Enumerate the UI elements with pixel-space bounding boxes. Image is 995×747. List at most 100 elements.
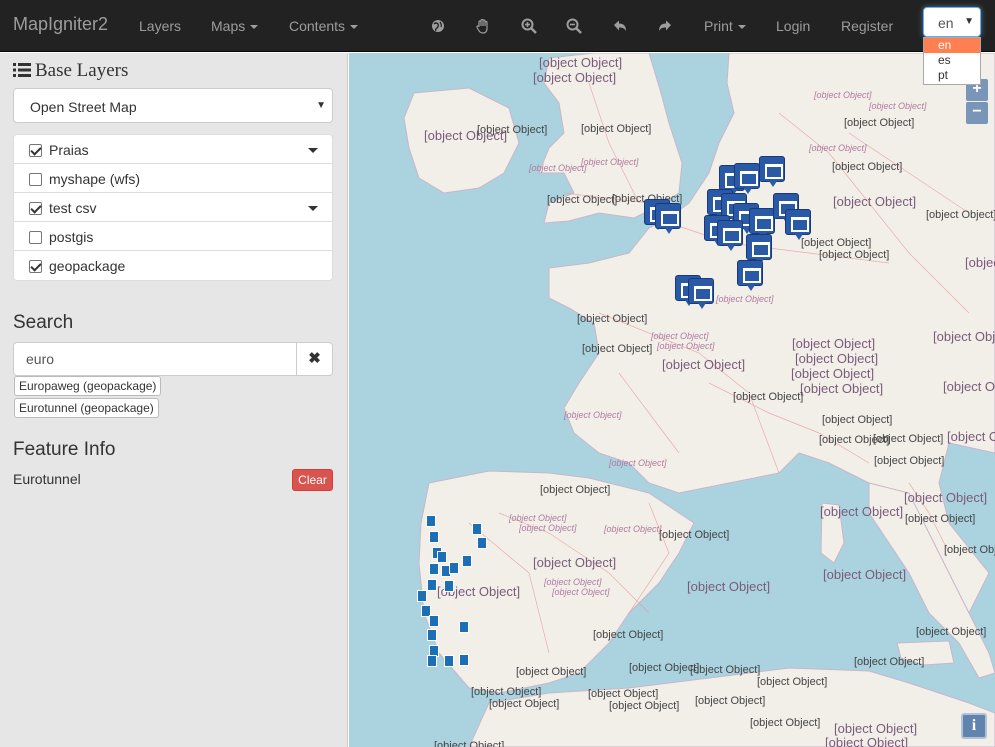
nav-contents-label: Contents	[289, 18, 346, 34]
map-pin[interactable]	[477, 537, 487, 549]
close-icon[interactable]: ✖	[296, 342, 333, 376]
map-label: [object Object]	[477, 124, 548, 136]
layer-label: Praias	[49, 142, 89, 158]
layer-label: myshape (wfs)	[49, 171, 141, 187]
layer-checkbox[interactable]	[29, 144, 42, 157]
base-layer-select[interactable]: Open Street Map ▼	[13, 88, 333, 123]
clear-button[interactable]: Clear	[292, 469, 333, 491]
map-label: [object Object]	[651, 331, 709, 341]
map-pin[interactable]	[429, 531, 439, 543]
layer-item-myshape: myshape (wfs)	[14, 164, 332, 193]
map-label: [object Object]	[581, 123, 652, 135]
language-options: en es pt	[923, 37, 981, 85]
language-option-es[interactable]: es	[924, 53, 980, 68]
nav-register[interactable]: Register	[841, 18, 893, 34]
undo-icon[interactable]	[611, 17, 629, 35]
map-label: [object Object]	[943, 379, 995, 394]
feature-name: Eurotunnel	[13, 471, 81, 487]
map-label: [object Object]	[916, 626, 987, 638]
nav-contents-dropdown[interactable]: Contents	[289, 18, 359, 34]
nav-layers[interactable]: Layers	[139, 18, 181, 34]
map-marker[interactable]	[746, 234, 772, 265]
info-button[interactable]: i	[961, 713, 987, 739]
layer-checkbox[interactable]	[29, 231, 42, 244]
list-icon	[13, 63, 31, 77]
zoom-in-icon[interactable]	[520, 17, 538, 35]
language-option-en[interactable]: en	[924, 38, 980, 53]
layer-menu-caret-icon[interactable]	[308, 148, 318, 153]
app-brand[interactable]: MapIgniter2	[13, 14, 108, 35]
language-select[interactable]: en ▼	[923, 7, 981, 37]
sidebar: Base Layers Open Street Map ▼ Praias mys…	[0, 53, 348, 747]
map-label: [object Object]	[926, 209, 995, 221]
map-label: [object Object]	[854, 656, 925, 668]
caret-down-icon	[737, 25, 746, 30]
map-label: [object Object]	[659, 529, 730, 541]
redo-icon[interactable]	[656, 17, 674, 35]
map-pin[interactable]	[417, 590, 427, 602]
map-label: [object Object]	[662, 357, 746, 372]
layer-label: test csv	[49, 200, 97, 216]
map-pin[interactable]	[427, 629, 437, 641]
search-value: euro	[26, 351, 55, 367]
map-pin[interactable]	[459, 621, 469, 633]
map-label: [object Object]	[471, 686, 542, 698]
layer-menu-caret-icon[interactable]	[308, 206, 318, 211]
map-marker[interactable]	[785, 209, 811, 240]
caret-down-icon	[250, 25, 259, 30]
map-label: [object Object]	[823, 567, 907, 582]
map-pin[interactable]	[459, 654, 469, 666]
select-arrow-icon: ▼	[316, 100, 326, 111]
map-label: [object Object]	[695, 695, 766, 707]
nav-print-dropdown[interactable]: Print	[704, 18, 746, 34]
map-label: [object Object]	[629, 662, 700, 674]
layer-checkbox[interactable]	[29, 202, 42, 215]
globe-icon[interactable]	[429, 17, 447, 35]
search-result-europaweg[interactable]: Europaweg (geopackage)	[14, 376, 162, 396]
map-marker[interactable]	[688, 278, 714, 309]
language-option-pt[interactable]: pt	[924, 68, 980, 83]
caret-down-icon	[350, 25, 359, 30]
nav-print-label: Print	[704, 18, 733, 34]
zoom-out-icon[interactable]	[565, 17, 583, 35]
hand-pan-icon[interactable]	[474, 17, 492, 35]
map-pin[interactable]	[429, 615, 439, 627]
map-marker[interactable]	[737, 260, 763, 291]
map-label: [object Object]	[795, 351, 879, 366]
layer-checkbox[interactable]	[29, 173, 42, 186]
map-pin[interactable]	[462, 555, 472, 567]
map-marker[interactable]	[734, 163, 760, 194]
map-label: [object Object]	[489, 698, 560, 710]
nav-maps-dropdown[interactable]: Maps	[211, 18, 259, 34]
map-label: [object Object]	[547, 194, 618, 206]
map-pin[interactable]	[426, 515, 436, 527]
select-arrow-icon: ▼	[964, 16, 974, 27]
nav-login[interactable]: Login	[776, 18, 810, 34]
map-label: [object Object]	[434, 740, 505, 747]
zoom-out-button[interactable]: −	[966, 102, 988, 124]
map-label: [object Object]	[516, 666, 587, 678]
map-pin[interactable]	[472, 523, 482, 535]
language-selected: en	[938, 15, 954, 31]
map-pin[interactable]	[427, 579, 437, 591]
map-label: [object Object]	[581, 157, 639, 167]
map-label: [object Object]	[716, 294, 774, 304]
map-pin[interactable]	[427, 655, 437, 667]
map-pin[interactable]	[444, 580, 454, 592]
map-marker[interactable]	[749, 208, 775, 239]
map-pin[interactable]	[444, 655, 454, 667]
map-label: [object Object]	[588, 688, 659, 700]
map-label: [object Object]	[733, 391, 804, 403]
layer-label: geopackage	[49, 258, 126, 274]
map-marker[interactable]	[759, 156, 785, 187]
map-marker[interactable]	[655, 203, 681, 234]
map-marker[interactable]	[717, 220, 743, 251]
map-pin[interactable]	[449, 562, 459, 574]
map-pin[interactable]	[429, 563, 439, 575]
search-result-eurotunnel[interactable]: Eurotunnel (geopackage)	[14, 398, 159, 418]
search-input[interactable]: euro	[13, 342, 298, 376]
map-pin[interactable]	[437, 551, 447, 563]
map-view[interactable]: [object Object] [object Object] [object …	[349, 53, 995, 747]
layer-checkbox[interactable]	[29, 260, 42, 273]
map-label: [object Object]	[825, 735, 909, 747]
